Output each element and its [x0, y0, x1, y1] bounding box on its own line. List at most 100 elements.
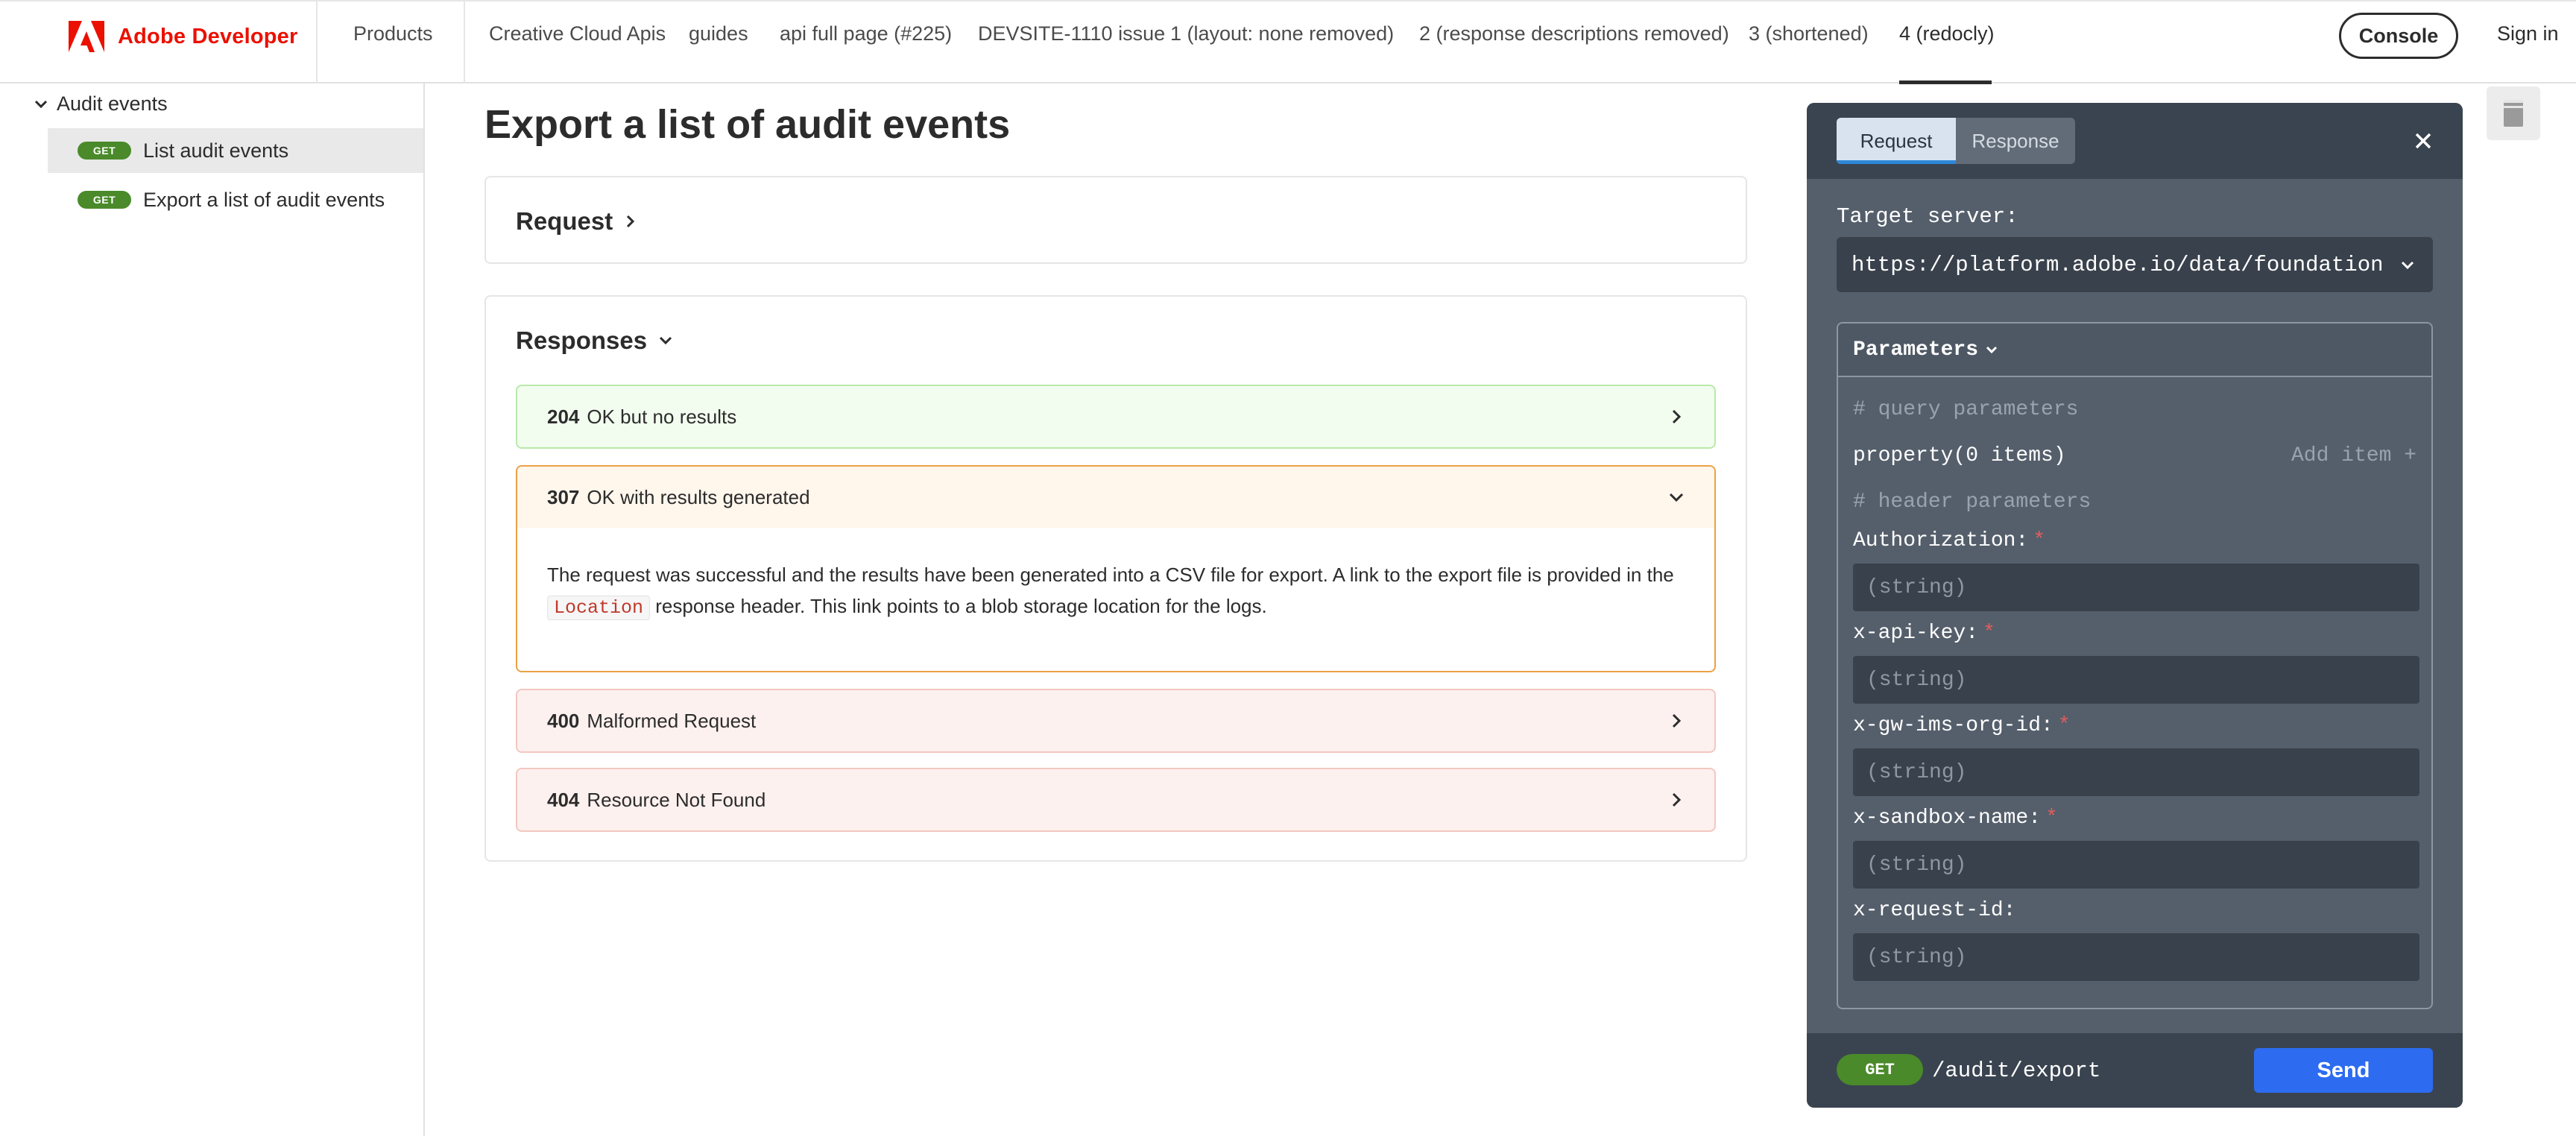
required-marker: *: [2057, 714, 2071, 737]
chevron-right-icon: [627, 215, 635, 228]
responses-heading: Responses: [516, 326, 648, 354]
nav-link-shortened[interactable]: 3 (shortened): [1749, 22, 1869, 45]
target-server-label: Target server:: [1837, 204, 2018, 229]
sidebar-item-label: Export a list of audit events: [143, 188, 385, 211]
parameters-toggle[interactable]: Parameters: [1838, 324, 2431, 377]
page-title: Export a list of audit events: [484, 102, 1011, 147]
active-tab-indicator: [1899, 81, 1992, 84]
field-name: x-api-key:: [1853, 622, 1979, 645]
endpoint-path: /audit/export: [1932, 1058, 2101, 1083]
query-parameters-comment: # query parameters: [1853, 398, 2079, 421]
field-label-x-sandbox-name: x-sandbox-name: *: [1853, 807, 2058, 830]
nav-link-devsite-issue[interactable]: DEVSITE-1110 issue: [978, 22, 1165, 45]
response-404[interactable]: 404 Resource Not Found: [516, 768, 1716, 832]
panel-footer: GET /audit/export Send: [1807, 1033, 2463, 1108]
response-code: 307: [547, 485, 580, 508]
parameters-heading: Parameters: [1853, 338, 1979, 362]
nav-link-layout-none-removed[interactable]: 1 (layout: none removed): [1170, 22, 1394, 45]
response-204[interactable]: 204 OK but no results: [516, 385, 1716, 449]
response-400[interactable]: 400 Malformed Request: [516, 689, 1716, 753]
field-name: x-request-id:: [1853, 899, 2016, 922]
chevron-down-icon: [660, 336, 672, 345]
brand-name: Adobe Developer: [118, 24, 298, 48]
target-server-select[interactable]: https://platform.adobe.io/data/foundatio…: [1837, 237, 2433, 292]
nav-link-creative-cloud-apis[interactable]: Creative Cloud Apis: [489, 22, 666, 45]
x-api-key-field[interactable]: [1853, 656, 2419, 704]
request-heading: Request: [516, 207, 613, 235]
method-badge: GET: [78, 142, 131, 160]
products-menu[interactable]: Products: [353, 22, 433, 45]
description-text: response header. This link points to a b…: [655, 595, 1267, 617]
nav-divider: [464, 1, 465, 83]
authorization-field[interactable]: [1853, 564, 2419, 611]
top-navigation: Adobe Developer Products Creative Cloud …: [0, 0, 2576, 84]
sidebar-item-export-audit-events[interactable]: GET Export a list of audit events: [48, 177, 423, 222]
tab-request[interactable]: Request: [1837, 118, 1956, 164]
console-button[interactable]: Console: [2339, 13, 2458, 59]
chevron-down-icon: [2401, 261, 2414, 270]
property-label: property(0 items): [1853, 444, 2066, 467]
response-title: OK with results generated: [587, 485, 810, 508]
header-parameters-comment: # header parameters: [1853, 490, 2092, 514]
brand-link[interactable]: Adobe Developer: [69, 19, 298, 54]
x-gw-ims-org-id-field[interactable]: [1853, 748, 2419, 796]
parameters-box: Parameters # query parameters property(0…: [1837, 322, 2433, 1009]
chevron-down-icon: [1669, 493, 1684, 502]
panel-tabs: Request Response: [1837, 118, 2075, 164]
field-name: Authorization:: [1853, 529, 2029, 552]
nav-divider: [316, 1, 318, 83]
sidebar-group-label: Audit events: [57, 92, 168, 115]
document-icon: [2504, 100, 2523, 127]
nav-link-response-descriptions-removed[interactable]: 2 (response descriptions removed): [1419, 22, 1729, 45]
request-section: Request: [484, 176, 1747, 264]
field-label-x-request-id: x-request-id:: [1853, 899, 2015, 922]
chevron-right-icon: [1672, 409, 1682, 424]
chevron-right-icon: [1672, 792, 1682, 807]
panel-toggle-button[interactable]: [2487, 86, 2540, 140]
field-label-authorization: Authorization: *: [1853, 529, 2045, 552]
responses-toggle[interactable]: Responses: [516, 326, 674, 355]
response-code: 204: [547, 405, 580, 428]
response-title: Resource Not Found: [587, 788, 766, 811]
response-code: 400: [547, 709, 580, 732]
sidebar-item-list-audit-events[interactable]: GET List audit events: [48, 128, 423, 173]
location-header-code: Location: [547, 596, 651, 620]
description-text: The request was successful and the resul…: [547, 564, 1674, 586]
nav-link-redocly[interactable]: 4 (redocly): [1899, 22, 1995, 45]
panel-header: Request Response: [1807, 103, 2463, 179]
response-title: Malformed Request: [587, 709, 757, 732]
x-request-id-field[interactable]: [1853, 933, 2419, 981]
response-title: OK but no results: [587, 405, 737, 428]
required-marker: *: [2045, 807, 2058, 830]
field-name: x-gw-ims-org-id:: [1853, 714, 2053, 737]
x-sandbox-name-field[interactable]: [1853, 841, 2419, 889]
chevron-down-icon: [34, 100, 48, 108]
method-badge: GET: [1837, 1054, 1923, 1085]
sidebar-item-label: List audit events: [143, 139, 289, 162]
method-badge: GET: [78, 191, 131, 209]
tab-response[interactable]: Response: [1956, 118, 2075, 164]
response-description: The request was successful and the resul…: [547, 559, 1695, 624]
close-icon[interactable]: [2412, 130, 2434, 152]
sidebar: Audit events GET List audit events GET E…: [0, 83, 425, 1136]
adobe-logo-icon: [69, 21, 104, 52]
nav-link-guides[interactable]: guides: [689, 22, 748, 45]
response-307[interactable]: 307 OK with results generated The reques…: [516, 465, 1716, 672]
field-name: x-sandbox-name:: [1853, 807, 2042, 830]
required-marker: *: [2033, 529, 2046, 552]
sidebar-group-audit-events[interactable]: Audit events: [33, 92, 168, 116]
required-marker: *: [1983, 622, 1995, 645]
response-code: 404: [547, 788, 580, 811]
try-it-panel: Request Response Target server: https://…: [1807, 103, 2463, 1108]
field-label-x-gw-ims-org-id: x-gw-ims-org-id: *: [1853, 714, 2071, 737]
chevron-down-icon: [1986, 346, 1998, 354]
nav-link-api-full-page[interactable]: api full page (#225): [780, 22, 952, 45]
sign-in-link[interactable]: Sign in: [2497, 22, 2559, 45]
send-button[interactable]: Send: [2254, 1048, 2433, 1093]
add-item-button[interactable]: Add item +: [2291, 444, 2416, 467]
chevron-right-icon: [1672, 713, 1682, 728]
request-toggle[interactable]: Request: [516, 207, 638, 236]
responses-section: Responses 204 OK but no results 307 OK w…: [484, 295, 1747, 862]
target-server-value: https://platform.adobe.io/data/foundatio…: [1852, 252, 2384, 277]
field-label-x-api-key: x-api-key: *: [1853, 622, 1995, 645]
